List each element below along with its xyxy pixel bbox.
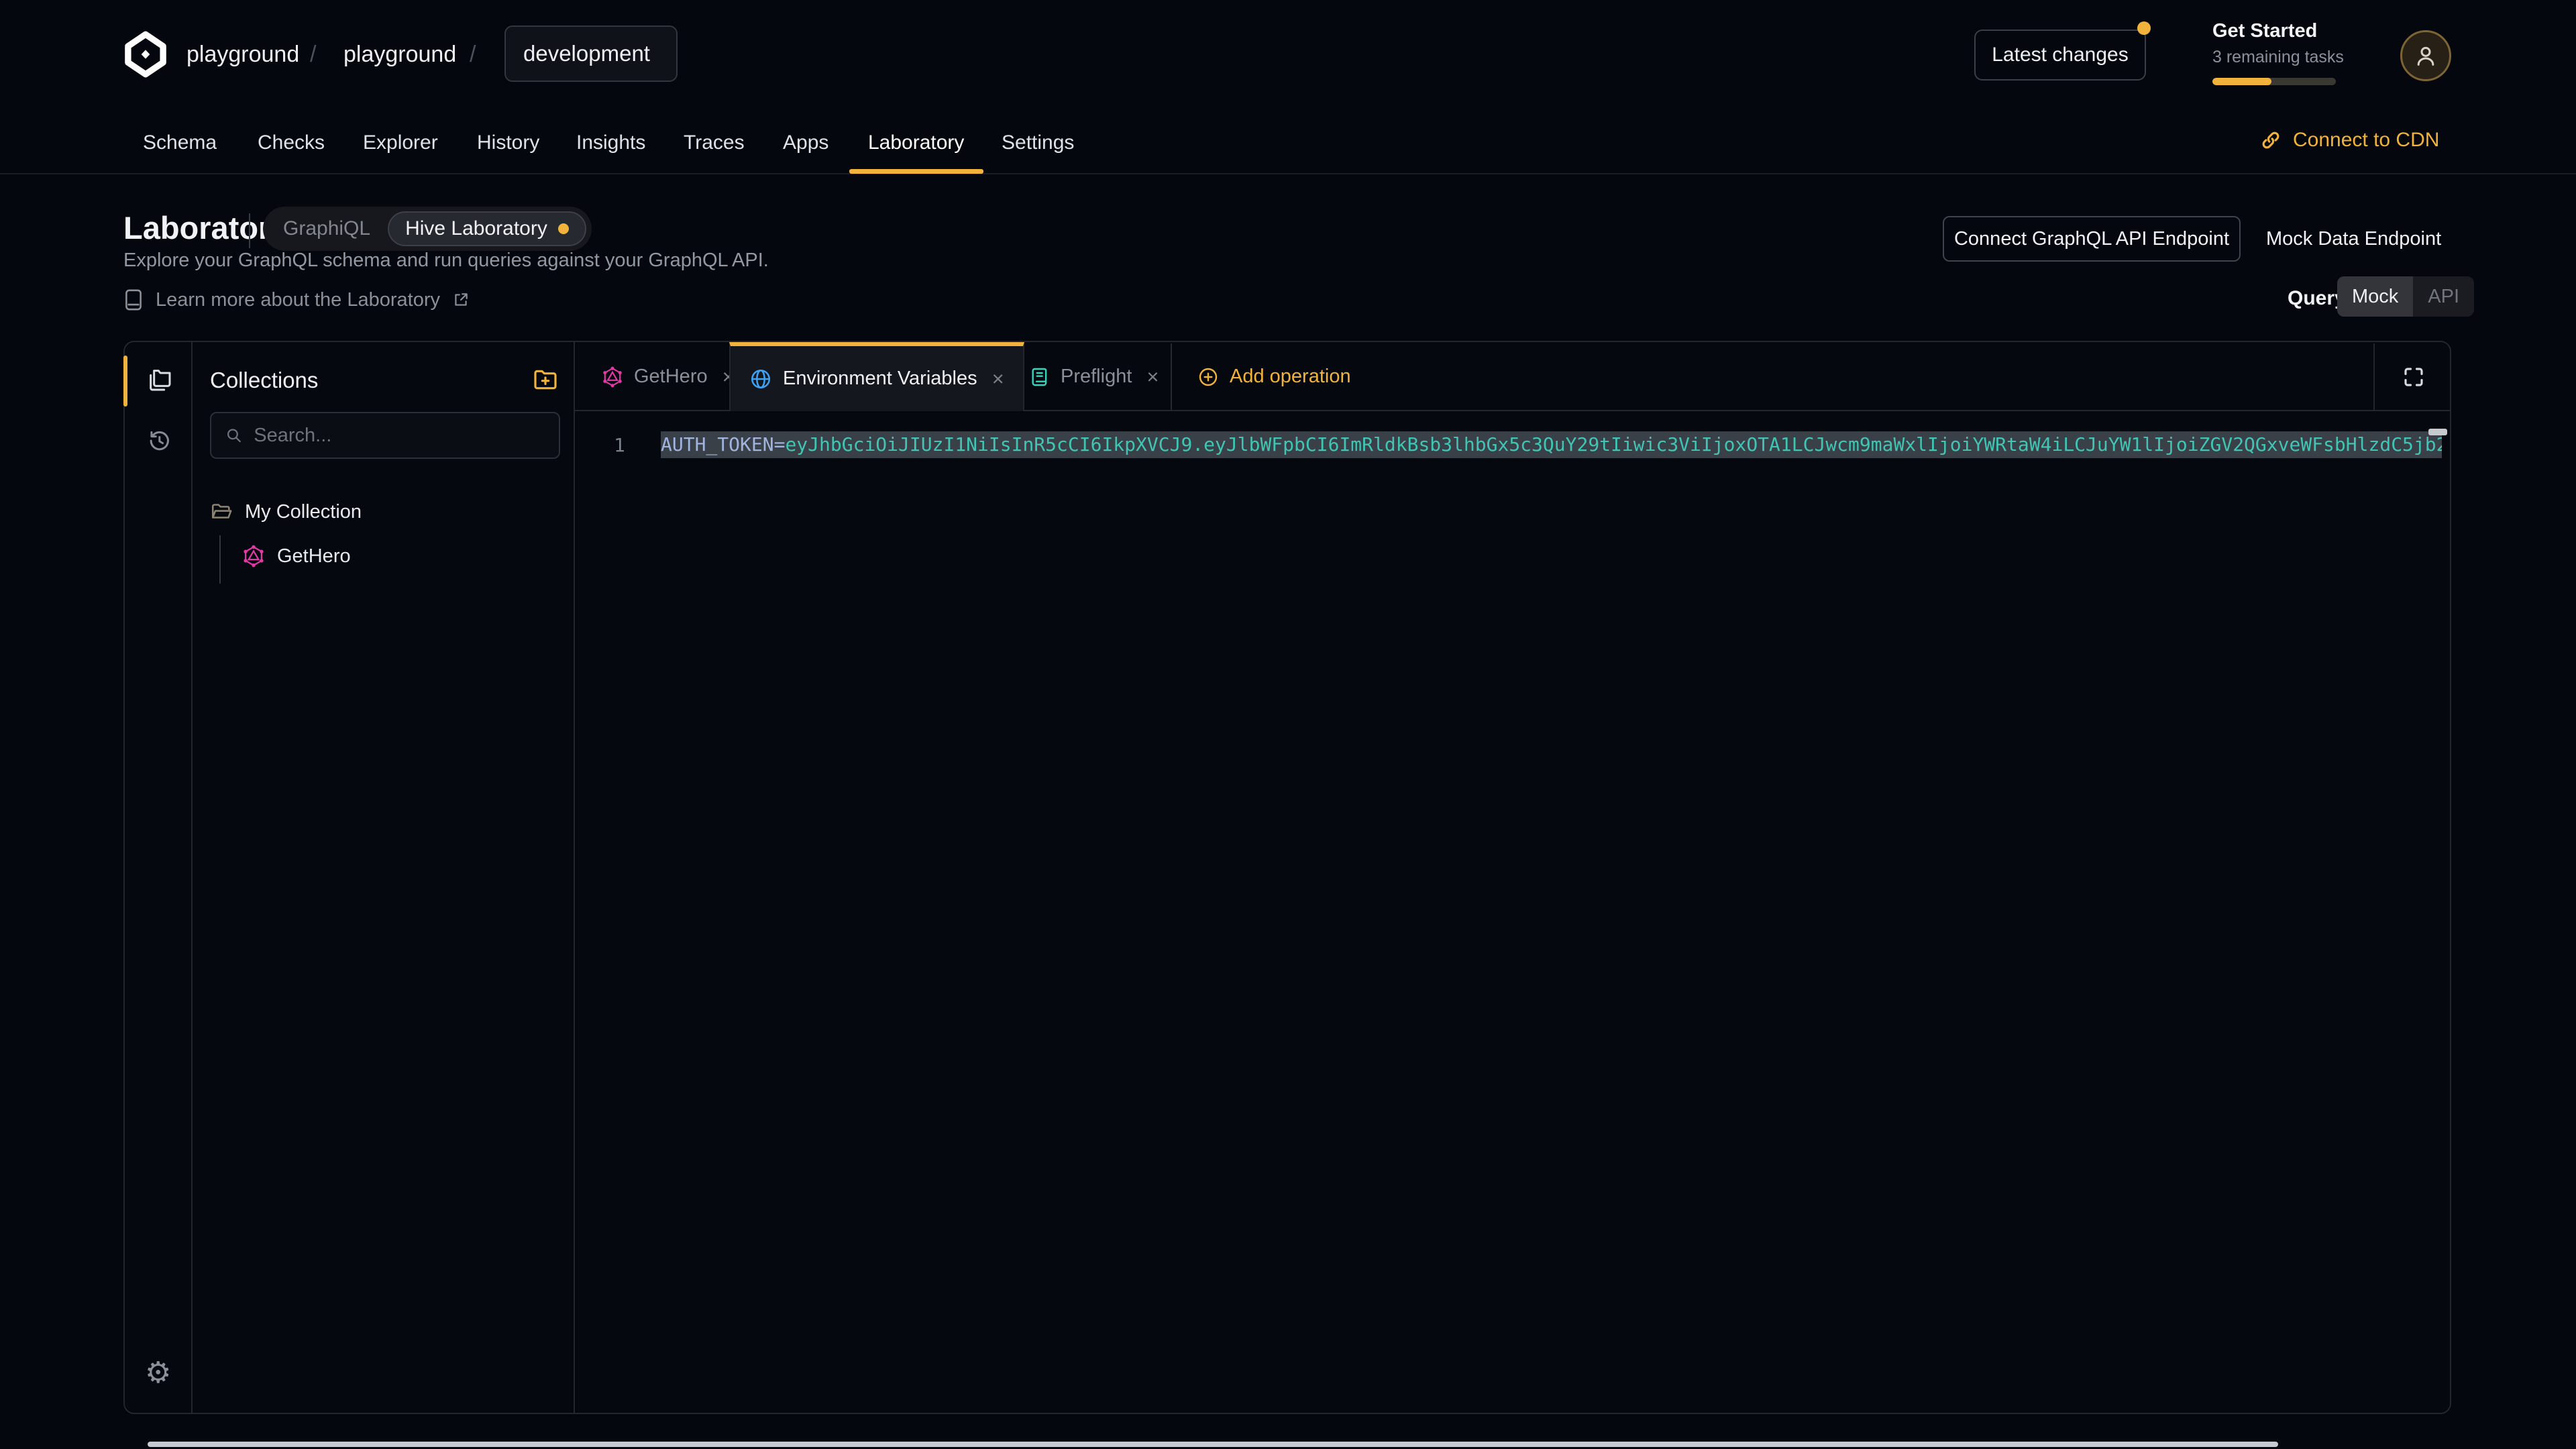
nav-tab-traces[interactable]: Traces [684,131,745,154]
book-icon [123,288,144,311]
history-icon[interactable] [146,428,172,453]
globe-icon [749,368,772,390]
add-operation-button[interactable]: Add operation [1197,342,1351,411]
main-nav: Schema Checks Explorer History Insights … [0,113,2576,174]
page-subtitle: Explore your GraphQL schema and run quer… [123,250,769,272]
collections-title: Collections [210,368,318,393]
target-selector-dropdown[interactable]: development [504,25,678,82]
collections-search-box [210,412,560,459]
tab-preflight-label: Preflight [1061,366,1132,388]
connect-endpoint-label: Connect GraphQL API Endpoint [1954,228,2229,250]
divider [249,213,250,248]
search-input[interactable] [254,425,545,447]
tab-gethero-label: GetHero [634,366,708,388]
mock-endpoint-label: Mock Data Endpoint [2266,228,2441,250]
progress-fill [2212,78,2271,85]
get-started-widget[interactable]: Get Started 3 remaining tasks [2212,20,2387,85]
page-horizontal-scrollbar[interactable] [148,1442,2278,1447]
collections-panel: Collections My Collection [193,342,575,1413]
external-link-icon [452,291,470,309]
editor-scrollbar-thumb[interactable] [2428,429,2447,435]
nav-tab-insights[interactable]: Insights [576,131,645,154]
tab-env-label: Environment Variables [783,368,977,390]
breadcrumb-separator: / [310,42,316,68]
nav-tab-checks[interactable]: Checks [258,131,325,154]
query-mode-mock[interactable]: Mock [2337,276,2413,317]
person-icon [2412,42,2439,69]
code-line[interactable]: AUTH_TOKEN=eyJhbGciOiJIUzI1NiIsInR5cCI6I… [661,431,2442,458]
breadcrumb-project[interactable]: playground [343,42,456,68]
folder-open-icon [210,500,233,523]
code-variable: AUTH_TOKEN [661,433,774,455]
mock-data-endpoint-button[interactable]: Mock Data Endpoint [2266,216,2441,262]
latest-changes-label: Latest changes [1992,44,2128,66]
breadcrumb-org[interactable]: playground [186,42,299,68]
connect-to-cdn-label: Connect to CDN [2293,129,2439,152]
query-mode-toggle: Mock API [2337,276,2474,317]
nav-tab-apps[interactable]: Apps [783,131,828,154]
close-icon[interactable]: × [988,367,1004,391]
code-operator: = [774,433,786,455]
mode-hive-label: Hive Laboratory [405,217,547,240]
latest-changes-button[interactable]: Latest changes [1974,30,2146,80]
hive-mode-dot [558,223,569,234]
laboratory-workspace: ⚙ Collections My Collection [123,341,2451,1414]
link-icon [2259,129,2282,152]
collections-icon[interactable] [146,366,173,393]
nav-tab-schema[interactable]: Schema [143,131,217,154]
target-selector-value: development [523,41,650,66]
query-mode-api[interactable]: API [2413,276,2474,317]
app-header: playground / playground / development La… [0,0,2576,113]
fullscreen-icon[interactable] [2402,365,2426,389]
tree-folder-label: My Collection [245,501,362,523]
lab-mode-toggle: GraphiQL Hive Laboratory [263,207,592,251]
settings-gear-icon[interactable]: ⚙ [145,1356,171,1390]
get-started-subtitle: 3 remaining tasks [2212,48,2387,67]
graphql-icon [242,545,265,568]
workspace-tabstrip: GetHero × Environment Variables × Prefli… [575,342,2450,411]
mode-option-graphiql[interactable]: GraphiQL [283,217,370,240]
tree-operation-label: GetHero [277,545,351,568]
active-tab-underline [849,169,983,174]
get-started-title: Get Started [2212,20,2387,42]
rail-active-indicator [123,356,127,407]
tree-item-gethero[interactable]: GetHero [242,545,351,568]
tab-separator [1171,343,1172,410]
nav-tab-laboratory[interactable]: Laboratory [868,131,964,154]
add-operation-label: Add operation [1230,366,1351,388]
nav-tab-explorer[interactable]: Explorer [363,131,438,154]
environment-variables-editor[interactable]: 1 AUTH_TOKEN=eyJhbGciOiJIUzI1NiIsInR5cCI… [575,411,2450,1413]
divider [2373,343,2375,410]
connect-to-cdn-link[interactable]: Connect to CDN [2259,129,2439,152]
connect-graphql-endpoint-button[interactable]: Connect GraphQL API Endpoint [1943,216,2241,262]
nav-tab-history[interactable]: History [477,131,539,154]
hive-logo-icon[interactable] [123,31,168,78]
plus-circle-icon [1197,366,1219,388]
mode-option-hive-laboratory[interactable]: Hive Laboratory [388,211,586,246]
learn-more-label: Learn more about the Laboratory [156,289,440,311]
left-icon-rail: ⚙ [125,342,193,1413]
script-icon [1028,366,1050,388]
tab-environment-variables[interactable]: Environment Variables × [729,342,1024,411]
search-icon [225,425,243,445]
notification-dot [2137,21,2151,35]
tree-item-my-collection[interactable]: My Collection [210,500,362,523]
tree-indent-guide [219,535,221,584]
code-value: eyJhbGciOiJIUzI1NiIsInR5cCI6IkpXVCJ9.eyJ… [785,433,2442,455]
graphql-icon [602,366,623,388]
breadcrumb-separator: / [470,42,476,68]
tab-preflight[interactable]: Preflight × [1010,342,1178,411]
user-avatar[interactable] [2400,30,2451,81]
new-collection-folder-plus-icon[interactable] [532,366,559,393]
learn-more-link[interactable]: Learn more about the Laboratory [123,288,470,311]
line-number: 1 [614,434,625,456]
get-started-progress-track [2212,78,2336,85]
nav-tab-settings[interactable]: Settings [1002,131,1074,154]
tab-gethero[interactable]: GetHero × [583,342,753,411]
close-icon[interactable]: × [1142,365,1159,389]
